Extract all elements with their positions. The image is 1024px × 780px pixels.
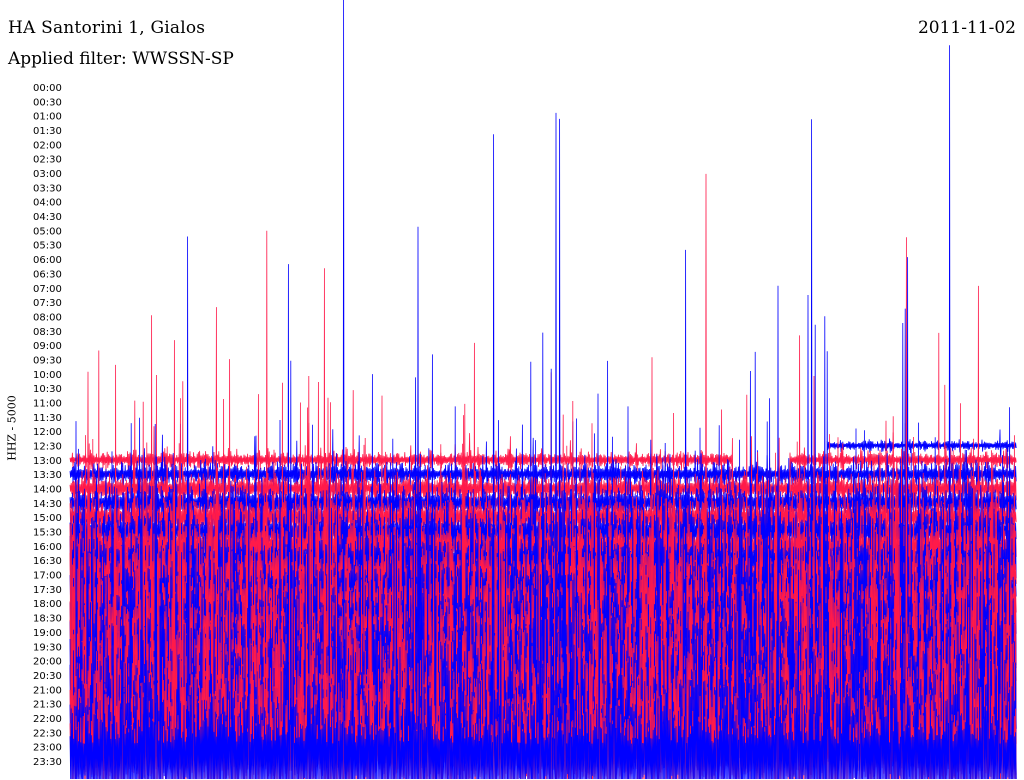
- time-tick-0230: 02:30: [33, 155, 62, 166]
- time-tick-2300: 23:00: [33, 743, 62, 754]
- time-tick-0200: 02:00: [33, 140, 62, 151]
- time-tick-1800: 18:00: [33, 599, 62, 610]
- time-tick-1130: 11:30: [33, 413, 62, 424]
- time-tick-0930: 09:30: [33, 355, 62, 366]
- time-tick-2100: 21:00: [33, 685, 62, 696]
- time-tick-0530: 05:30: [33, 241, 62, 252]
- time-tick-2230: 22:30: [33, 728, 62, 739]
- time-tick-1330: 13:30: [33, 470, 62, 481]
- time-tick-2200: 22:00: [33, 714, 62, 725]
- seismic-traces: [69, 0, 1017, 780]
- time-tick-2330: 23:30: [33, 757, 62, 768]
- time-tick-2000: 20:00: [33, 657, 62, 668]
- time-tick-1530: 15:30: [33, 528, 62, 539]
- time-tick-0300: 03:00: [33, 169, 62, 180]
- time-tick-labels: 00:00 00:30 01:00 01:30 02:00 02:30 03:00 03:30…: [33, 83, 62, 768]
- time-tick-0700: 07:00: [33, 284, 62, 295]
- time-tick-0500: 05:00: [33, 226, 62, 237]
- time-tick-1900: 19:00: [33, 628, 62, 639]
- time-tick-0630: 06:30: [33, 269, 62, 280]
- helicorder-plot: 00:00 00:30 01:00 01:30 02:00 02:30 03:00 03:30…: [33, 0, 1017, 780]
- time-tick-0000: 00:00: [33, 83, 62, 94]
- time-tick-1300: 13:00: [33, 456, 62, 467]
- time-tick-0730: 07:30: [33, 298, 62, 309]
- time-tick-1100: 11:00: [33, 398, 62, 409]
- time-tick-0600: 06:00: [33, 255, 62, 266]
- time-tick-1730: 17:30: [33, 585, 62, 596]
- time-tick-0830: 08:30: [33, 327, 62, 338]
- time-tick-0330: 03:30: [33, 183, 62, 194]
- time-tick-0800: 08:00: [33, 312, 62, 323]
- time-tick-0430: 04:30: [33, 212, 62, 223]
- time-tick-1000: 10:00: [33, 370, 62, 381]
- time-tick-1500: 15:00: [33, 513, 62, 524]
- time-tick-0100: 01:00: [33, 112, 62, 123]
- time-tick-0030: 00:30: [33, 97, 62, 108]
- time-tick-1430: 14:30: [33, 499, 62, 510]
- time-tick-0900: 09:00: [33, 341, 62, 352]
- time-tick-1400: 14:00: [33, 485, 62, 496]
- time-tick-0130: 01:30: [33, 126, 62, 137]
- time-tick-0400: 04:00: [33, 198, 62, 209]
- time-tick-1600: 16:00: [33, 542, 62, 553]
- time-tick-1700: 17:00: [33, 571, 62, 582]
- time-tick-2030: 20:30: [33, 671, 62, 682]
- time-tick-1630: 16:30: [33, 556, 62, 567]
- time-tick-1930: 19:30: [33, 642, 62, 653]
- time-tick-2130: 21:30: [33, 700, 62, 711]
- time-tick-1230: 12:30: [33, 442, 62, 453]
- time-tick-1030: 10:30: [33, 384, 62, 395]
- time-tick-1830: 18:30: [33, 614, 62, 625]
- time-tick-1200: 12:00: [33, 427, 62, 438]
